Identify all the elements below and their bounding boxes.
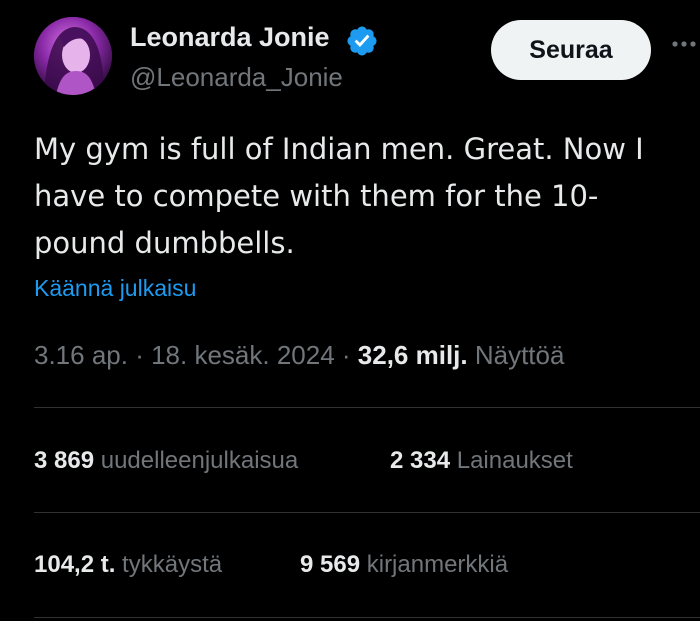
tweet-header: Leonarda Jonie @Leonarda_Jonie Seuraa bbox=[0, 0, 700, 110]
verified-badge-icon bbox=[347, 26, 377, 56]
reposts-label: uudelleenjulkaisua bbox=[94, 447, 299, 474]
views-label: Näyttöä bbox=[467, 340, 565, 370]
likes-stat[interactable]: 104,2 t. tykkäystä bbox=[34, 551, 222, 579]
tweet-text-line: pound dumbbells. bbox=[34, 226, 295, 260]
divider bbox=[34, 407, 700, 408]
handle[interactable]: @Leonarda_Jonie bbox=[130, 62, 343, 93]
follow-button[interactable]: Seuraa bbox=[491, 20, 651, 80]
post-date[interactable]: 18. kesäk. 2024 bbox=[151, 340, 335, 370]
tweet-text-line: have to compete with them for the 10- bbox=[34, 179, 599, 213]
bookmarks-label: kirjanmerkkiä bbox=[360, 551, 509, 578]
meta-separator: · bbox=[127, 340, 152, 370]
likes-label: tykkäystä bbox=[115, 551, 223, 578]
quotes-count: 2 334 bbox=[390, 447, 451, 474]
post-time[interactable]: 3.16 ap. bbox=[34, 340, 128, 370]
tweet-text: My gym is full of Indian men. Great. Now… bbox=[34, 126, 674, 267]
more-horizontal-icon[interactable] bbox=[670, 34, 700, 54]
display-name[interactable]: Leonarda Jonie bbox=[130, 22, 330, 53]
bookmarks-count: 9 569 bbox=[300, 551, 361, 578]
avatar[interactable] bbox=[34, 17, 112, 95]
tweet-meta: 3.16 ap. · 18. kesäk. 2024 · 32,6 milj. … bbox=[34, 340, 564, 371]
quotes-stat[interactable]: 2 334 Lainaukset bbox=[390, 447, 573, 475]
views-count: 32,6 milj. bbox=[357, 340, 468, 370]
meta-separator: · bbox=[334, 340, 358, 370]
bookmarks-stat[interactable]: 9 569 kirjanmerkkiä bbox=[300, 551, 508, 579]
reposts-count: 3 869 bbox=[34, 447, 95, 474]
tweet-text-line: My gym is full of Indian men. Great. Now… bbox=[34, 132, 644, 166]
reposts-stat[interactable]: 3 869 uudelleenjulkaisua bbox=[34, 447, 298, 475]
translate-post-link[interactable]: Käännä julkaisu bbox=[34, 275, 196, 302]
quotes-label: Lainaukset bbox=[450, 447, 573, 474]
likes-count: 104,2 t. bbox=[34, 551, 116, 578]
divider bbox=[34, 617, 700, 618]
divider bbox=[34, 512, 700, 513]
profile-photo-icon bbox=[34, 17, 112, 95]
